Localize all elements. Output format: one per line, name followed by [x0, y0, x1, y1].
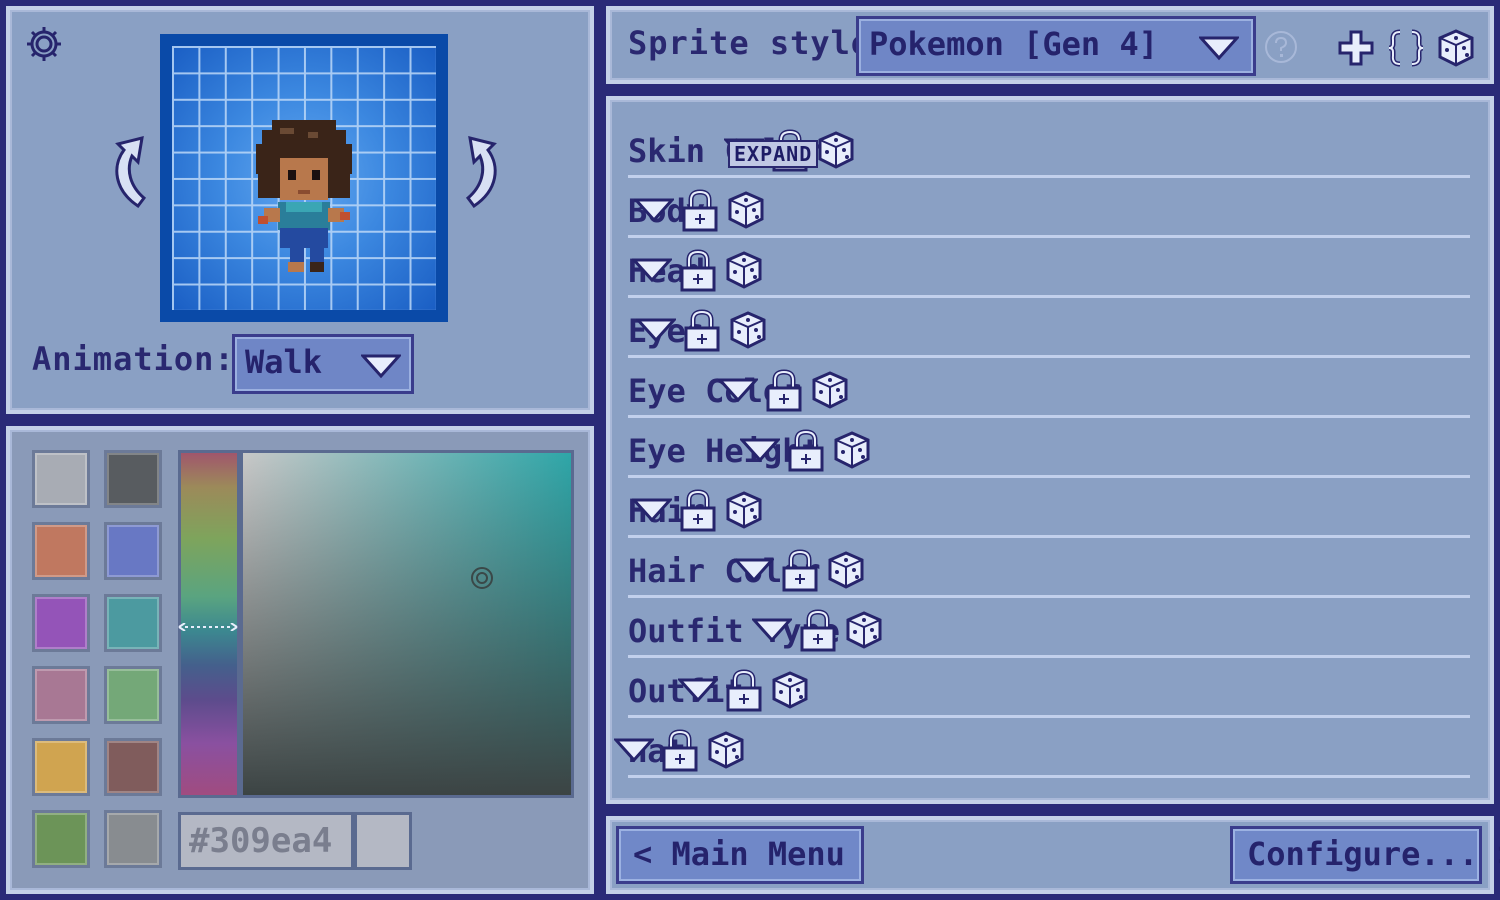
- expand-chevron-icon[interactable]: [630, 257, 674, 287]
- randomize-dice-icon[interactable]: [816, 130, 856, 174]
- randomize-dice-icon[interactable]: [770, 670, 810, 714]
- lock-icon[interactable]: [764, 368, 804, 416]
- sprite-style-label: Sprite style:: [628, 24, 892, 62]
- option-row: Eyes: [628, 300, 1470, 360]
- randomize-dice-icon[interactable]: [810, 370, 850, 414]
- lock-icon[interactable]: [660, 728, 700, 776]
- expand-chevron-icon[interactable]: [732, 557, 776, 587]
- animation-dropdown[interactable]: Walk: [232, 334, 414, 394]
- row-divider: [628, 355, 1470, 358]
- color-swatch[interactable]: [104, 810, 162, 868]
- sprite-style-value: Pokemon [Gen 4]: [869, 25, 1158, 63]
- option-row: Hair: [628, 480, 1470, 540]
- expand-chevron-icon[interactable]: [634, 317, 678, 347]
- lock-icon[interactable]: [678, 488, 718, 536]
- option-row: Head: [628, 240, 1470, 300]
- option-row: Hat: [612, 720, 1470, 780]
- sprite-style-panel: Sprite style: Pokemon [Gen 4]: [606, 6, 1494, 84]
- row-divider: [628, 175, 1470, 178]
- color-picker-panel: [6, 426, 594, 894]
- hex-color-input[interactable]: [178, 812, 354, 870]
- randomize-dice-icon[interactable]: [724, 490, 764, 534]
- color-swatch[interactable]: [32, 738, 90, 796]
- row-divider: [628, 535, 1470, 538]
- customization-options-panel: Skin Color Body Head Eyes Eye Color Eye Heigh…: [606, 96, 1494, 804]
- row-divider: [628, 595, 1470, 598]
- rotate-left-arrow-icon[interactable]: [104, 130, 152, 210]
- color-swatch[interactable]: [32, 450, 90, 508]
- option-row: Outfit Type: [628, 600, 1470, 660]
- randomize-all-dice-icon[interactable]: [1436, 28, 1476, 68]
- randomize-dice-icon[interactable]: [728, 310, 768, 354]
- row-divider: [628, 775, 1470, 778]
- randomize-dice-icon[interactable]: [844, 610, 884, 654]
- add-icon[interactable]: [1336, 28, 1376, 68]
- color-swatch[interactable]: [32, 810, 90, 868]
- sprite-style-dropdown[interactable]: Pokemon [Gen 4]: [856, 16, 1256, 76]
- lock-icon[interactable]: [780, 548, 820, 596]
- lock-icon[interactable]: [786, 428, 826, 476]
- color-swatch[interactable]: [32, 594, 90, 652]
- lock-icon[interactable]: [678, 248, 718, 296]
- hue-slider[interactable]: [178, 450, 240, 798]
- expand-tooltip: EXPAND: [728, 140, 819, 168]
- preview-panel: Animation: Walk: [6, 6, 594, 414]
- color-swatch[interactable]: [104, 594, 162, 652]
- randomize-dice-icon[interactable]: [726, 190, 766, 234]
- option-row: Eye Color: [628, 360, 1470, 420]
- row-divider: [628, 415, 1470, 418]
- expand-chevron-icon[interactable]: [632, 197, 676, 227]
- expand-chevron-icon[interactable]: [738, 437, 782, 467]
- expand-chevron-icon[interactable]: [630, 497, 674, 527]
- lock-icon[interactable]: [724, 668, 764, 716]
- rotate-right-arrow-icon[interactable]: [460, 130, 508, 210]
- color-swatch[interactable]: [104, 450, 162, 508]
- option-row: Body: [628, 180, 1470, 240]
- randomize-dice-icon[interactable]: [706, 730, 746, 774]
- help-icon[interactable]: [1264, 30, 1298, 64]
- expand-chevron-icon[interactable]: [716, 377, 760, 407]
- animation-label: Animation:: [32, 340, 235, 378]
- code-braces-icon[interactable]: [1386, 28, 1426, 68]
- gear-icon[interactable]: [24, 24, 64, 64]
- lock-icon[interactable]: [680, 188, 720, 236]
- option-row: Hair Color: [628, 540, 1470, 600]
- chevron-down-icon: [1199, 36, 1239, 61]
- row-divider: [628, 235, 1470, 238]
- row-divider: [628, 655, 1470, 658]
- expand-chevron-icon[interactable]: [612, 737, 656, 767]
- color-swatch[interactable]: [32, 666, 90, 724]
- character-sprite: [256, 120, 352, 272]
- row-divider: [628, 715, 1470, 718]
- sprite-preview: [160, 34, 448, 322]
- chevron-down-icon: [361, 354, 401, 379]
- color-swatch[interactable]: [104, 738, 162, 796]
- row-divider: [628, 295, 1470, 298]
- hue-slider-handle[interactable]: [177, 623, 239, 631]
- color-swatch[interactable]: [104, 666, 162, 724]
- navigation-panel: < Main Menu Configure... >: [606, 816, 1500, 894]
- expand-chevron-icon[interactable]: [750, 617, 794, 647]
- color-picker-handle[interactable]: [469, 565, 495, 591]
- row-divider: [628, 475, 1470, 478]
- color-swatch[interactable]: [32, 522, 90, 580]
- option-row: Outfit: [628, 660, 1470, 720]
- option-row: Eye Height: [628, 420, 1470, 480]
- color-swatch[interactable]: [104, 522, 162, 580]
- saturation-value-picker[interactable]: [240, 450, 574, 798]
- randomize-dice-icon[interactable]: [724, 250, 764, 294]
- expand-chevron-icon[interactable]: [676, 677, 720, 707]
- lock-icon[interactable]: [798, 608, 838, 656]
- animation-value: Walk: [245, 343, 323, 381]
- randomize-dice-icon[interactable]: [832, 430, 872, 474]
- color-preview-swatch: [354, 812, 412, 870]
- configure-button[interactable]: Configure... >: [1230, 826, 1500, 884]
- main-menu-button[interactable]: < Main Menu: [616, 826, 864, 884]
- lock-icon[interactable]: [682, 308, 722, 356]
- randomize-dice-icon[interactable]: [826, 550, 866, 594]
